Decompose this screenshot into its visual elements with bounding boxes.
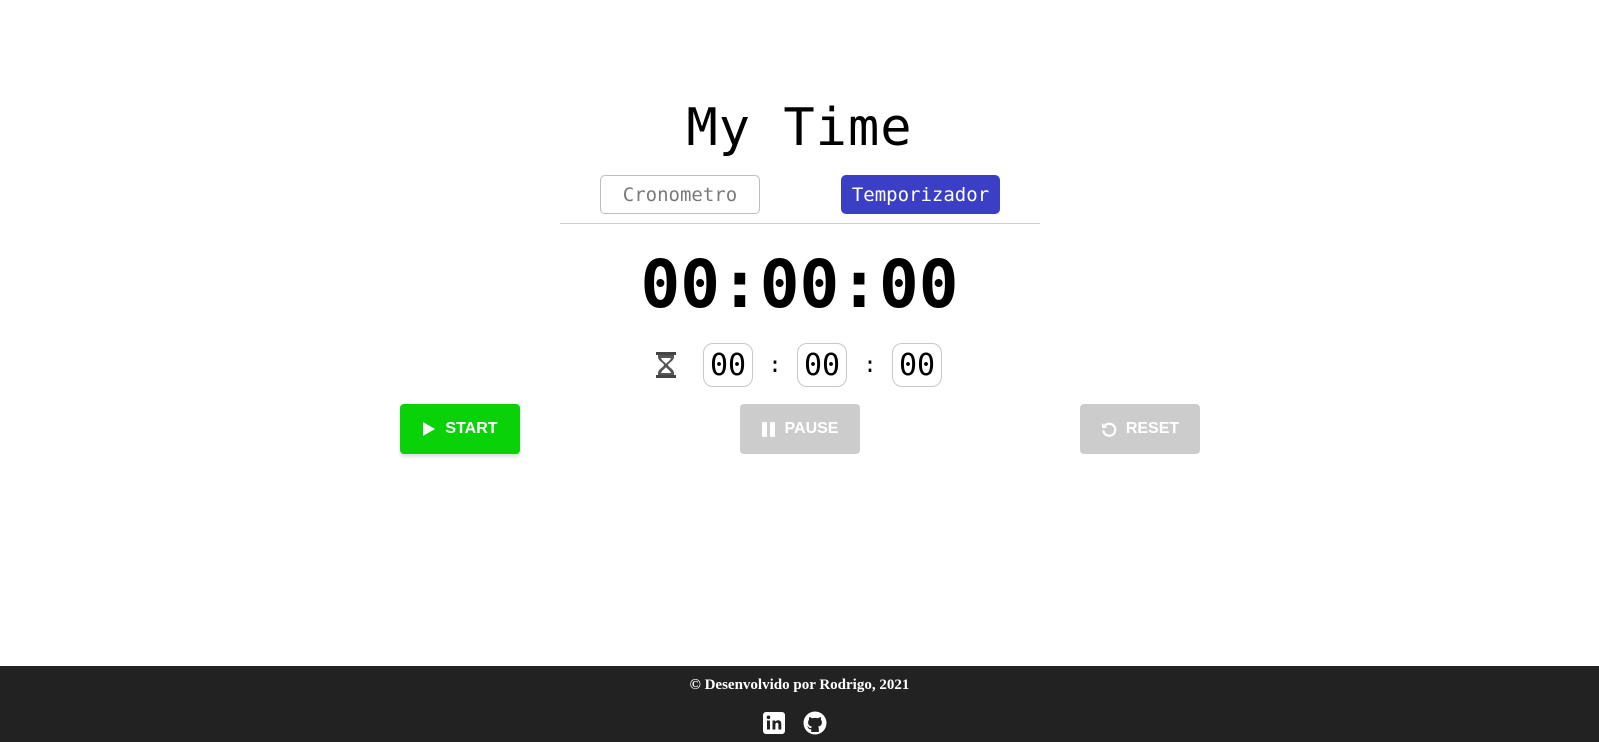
minutes-input[interactable] bbox=[797, 343, 847, 387]
pause-button-label: PAUSE bbox=[784, 420, 839, 437]
reset-button-label: RESET bbox=[1125, 420, 1180, 437]
start-button-label: START bbox=[445, 420, 498, 437]
footer: © Desenvolvido por Rodrigo, 2021 bbox=[0, 666, 1599, 742]
reset-icon bbox=[1101, 421, 1117, 437]
hours-input[interactable] bbox=[703, 343, 753, 387]
hourglass-icon bbox=[655, 352, 677, 378]
time-separator: : bbox=[768, 353, 782, 378]
clock-display: 00:00:00 bbox=[640, 246, 959, 323]
start-button[interactable]: START bbox=[400, 404, 520, 454]
app-title: My Time bbox=[686, 98, 913, 158]
time-separator: : bbox=[863, 353, 877, 378]
github-icon[interactable] bbox=[803, 711, 827, 735]
pause-icon bbox=[761, 421, 776, 437]
tab-cronometro[interactable]: Cronometro bbox=[600, 175, 760, 214]
reset-button[interactable]: RESET bbox=[1080, 404, 1200, 454]
linkedin-icon[interactable] bbox=[762, 711, 786, 735]
pause-button[interactable]: PAUSE bbox=[740, 404, 860, 454]
footer-copyright: © Desenvolvido por Rodrigo, 2021 bbox=[689, 677, 910, 693]
play-icon bbox=[422, 421, 436, 437]
tabs-divider bbox=[560, 223, 1040, 224]
tab-temporizador[interactable]: Temporizador bbox=[841, 175, 1000, 214]
seconds-input[interactable] bbox=[892, 343, 942, 387]
